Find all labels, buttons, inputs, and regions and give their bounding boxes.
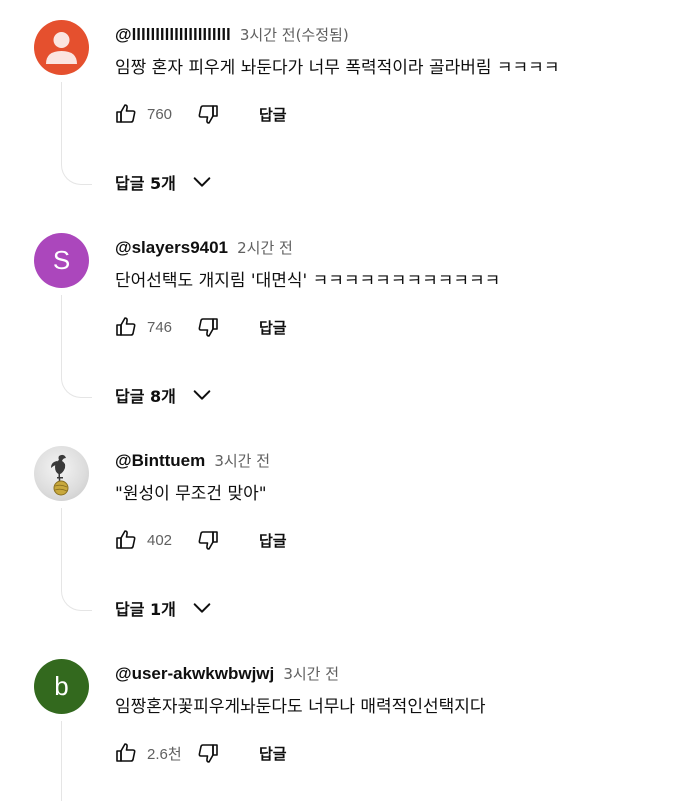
reply-button[interactable]: 답글 [259, 104, 287, 125]
person-icon [46, 32, 77, 64]
chevron-down-icon [190, 170, 214, 194]
like-button[interactable] [113, 527, 139, 553]
thumbs-down-icon [198, 105, 218, 124]
replies-count-label: 답글 5개 [115, 174, 176, 193]
comment-author[interactable]: @lllllllllllllllllllll [115, 25, 231, 44]
reply-button[interactable]: 답글 [259, 530, 287, 551]
thumbs-down-icon [198, 531, 218, 550]
show-replies-button[interactable]: 답글 8개 [115, 383, 214, 407]
avatar[interactable] [34, 446, 89, 501]
thumbs-up-icon [116, 743, 136, 762]
like-count: 760 [147, 105, 173, 123]
comment-text: "원성이 무조건 맞아" [115, 484, 267, 504]
comment-time[interactable]: 3시간 전(수정됨) [240, 26, 349, 44]
comment-time[interactable]: 2시간 전 [237, 239, 293, 257]
avatar[interactable]: S [34, 233, 89, 288]
avatar[interactable]: b [34, 659, 89, 714]
thread-line [61, 508, 92, 611]
comment-thread: b @user-akwkwbwjwj 3시간 전 임짱혼자꽃피우게놔둔다도 너무… [0, 639, 698, 801]
chevron-down-icon [190, 383, 214, 407]
chevron-down-icon [190, 596, 214, 620]
thumbs-up-icon [116, 104, 136, 123]
comment-actions: 402 답글 [113, 526, 287, 554]
comment-author[interactable]: @user-akwkwbwjwj [115, 664, 274, 683]
thumbs-up-icon [116, 317, 136, 336]
thumbs-up-icon [116, 530, 136, 549]
thread-line [61, 82, 92, 185]
like-button[interactable] [113, 314, 139, 340]
reply-button[interactable]: 답글 [259, 743, 287, 764]
comment-time[interactable]: 3시간 전 [283, 665, 339, 683]
like-button[interactable] [113, 101, 139, 127]
dislike-button[interactable] [195, 314, 221, 340]
comment-text: 단어선택도 개지림 '대면식' ㅋㅋㅋㅋㅋㅋㅋㅋㅋㅋㅋㅋ [115, 271, 501, 291]
avatar[interactable] [34, 20, 89, 75]
thumbs-down-icon [198, 318, 218, 337]
thumbs-down-icon [198, 744, 218, 763]
like-button[interactable] [113, 740, 139, 766]
comment-actions: 760 답글 [113, 100, 287, 128]
dislike-button[interactable] [195, 527, 221, 553]
comment-thread: @Binttuem 3시간 전 "원성이 무조건 맞아" 402 답글 답글 1… [0, 426, 698, 639]
comment-time[interactable]: 3시간 전 [214, 452, 270, 470]
comment-header: @Binttuem 3시간 전 [115, 451, 270, 471]
comment-thread: S @slayers9401 2시간 전 단어선택도 개지림 '대면식' ㅋㅋㅋ… [0, 213, 698, 426]
replies-count-label: 답글 8개 [115, 387, 176, 406]
dislike-button[interactable] [195, 101, 221, 127]
thread-line [61, 721, 92, 801]
replies-count-label: 답글 1개 [115, 600, 176, 619]
comment-header: @slayers9401 2시간 전 [115, 238, 293, 258]
show-replies-button[interactable]: 답글 5개 [115, 170, 214, 194]
comment-author[interactable]: @slayers9401 [115, 238, 228, 257]
comment-actions: 746 답글 [113, 313, 287, 341]
like-count: 746 [147, 318, 173, 336]
thread-line [61, 295, 92, 398]
avatar-letter: S [52, 245, 71, 275]
like-count: 2.6천 [147, 745, 182, 763]
like-count: 402 [147, 531, 173, 549]
comment-author[interactable]: @Binttuem [115, 451, 205, 470]
comment-thread: @lllllllllllllllllllll 3시간 전(수정됨) 임짱 혼자 … [0, 0, 698, 213]
comment-text: 임짱 혼자 피우게 놔둔다가 너무 폭력적이라 골라버림 ㅋㅋㅋㅋ [115, 58, 560, 78]
cockerel-logo-icon [51, 454, 69, 496]
dislike-button[interactable] [195, 740, 221, 766]
reply-button[interactable]: 답글 [259, 317, 287, 338]
show-replies-button[interactable]: 답글 1개 [115, 596, 214, 620]
comment-header: @lllllllllllllllllllll 3시간 전(수정됨) [115, 25, 349, 45]
comment-text: 임짱혼자꽃피우게놔둔다도 너무나 매력적인선택지다 [115, 697, 486, 717]
comment-actions: 2.6천 답글 [113, 739, 287, 767]
comment-header: @user-akwkwbwjwj 3시간 전 [115, 664, 339, 684]
avatar-letter: b [54, 671, 69, 701]
